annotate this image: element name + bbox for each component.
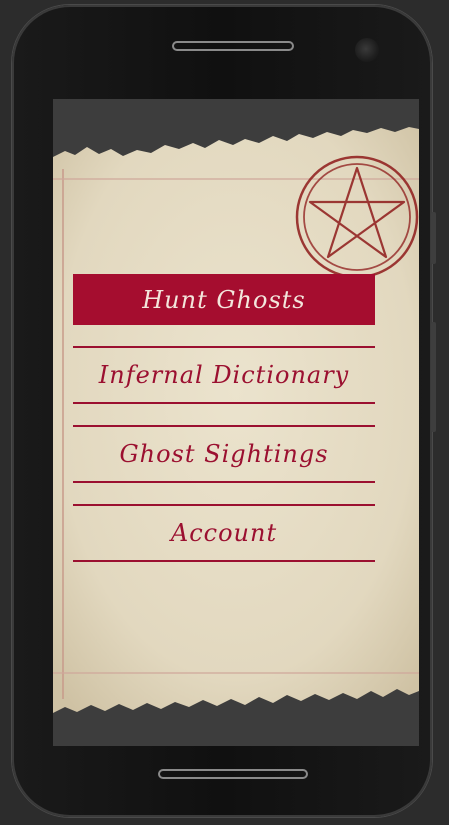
phone-frame: [12, 5, 432, 817]
menu-item-infernal-dictionary[interactable]: Infernal Dictionary: [73, 346, 375, 404]
power-button[interactable]: [431, 322, 436, 432]
menu-item-hunt-ghosts[interactable]: Hunt Ghosts: [73, 274, 375, 325]
app-screen: [53, 99, 419, 746]
earpiece-speaker: [172, 41, 294, 51]
menu-item-label: Infernal Dictionary: [98, 361, 350, 389]
torn-paper-background: [53, 127, 419, 713]
front-camera: [355, 38, 379, 62]
menu-item-label: Hunt Ghosts: [142, 285, 306, 314]
menu-item-label: Ghost Sightings: [119, 440, 329, 468]
menu-item-ghost-sightings[interactable]: Ghost Sightings: [73, 425, 375, 483]
home-indicator[interactable]: [158, 769, 308, 779]
menu-item-label: Account: [170, 519, 278, 547]
menu-item-account[interactable]: Account: [73, 504, 375, 562]
volume-button[interactable]: [431, 212, 436, 264]
